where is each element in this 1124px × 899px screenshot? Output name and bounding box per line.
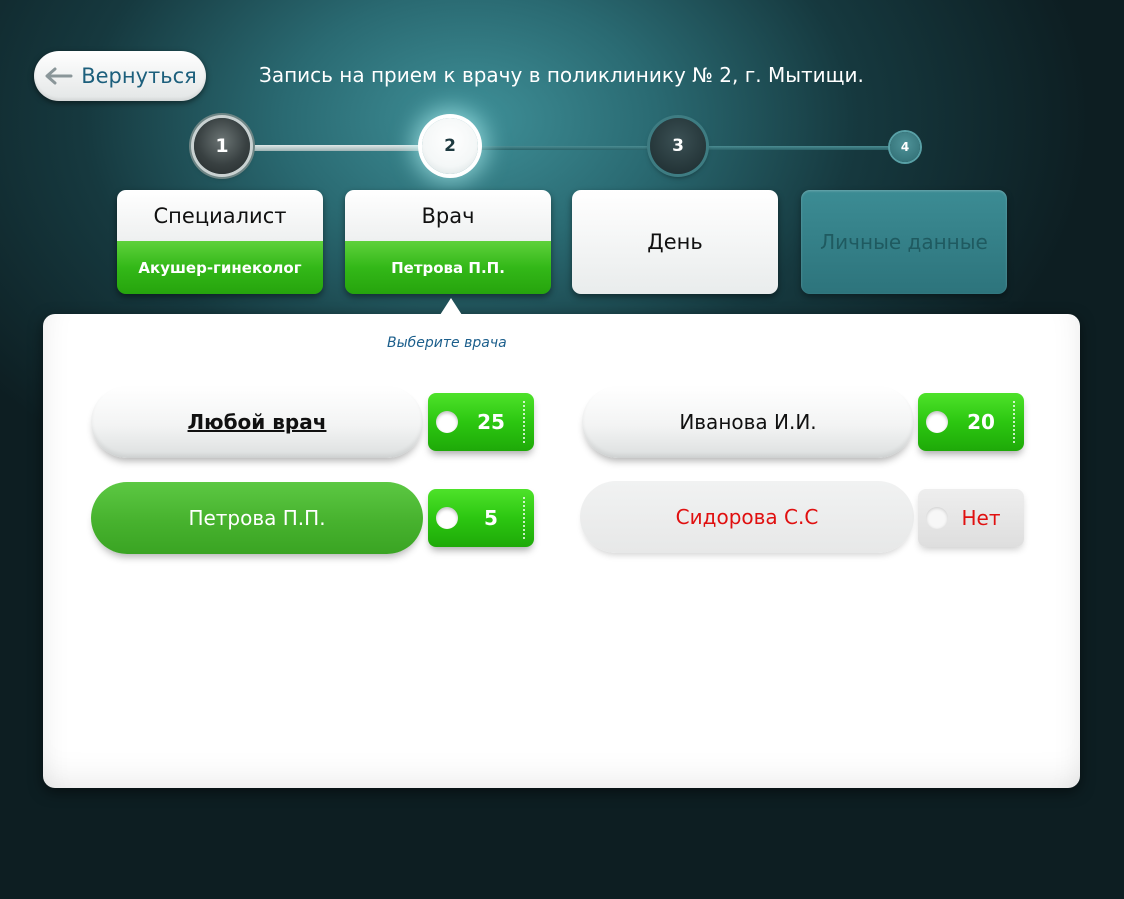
step-connector-1-2 — [245, 145, 430, 151]
step-2-indicator: 2 — [422, 118, 478, 174]
back-button[interactable]: Вернуться — [34, 51, 206, 101]
slots-count: 20 — [967, 410, 995, 434]
slots-count: 5 — [484, 506, 498, 530]
doctor-option-name: Сидорова С.С — [675, 505, 819, 529]
tab-day: День — [572, 190, 778, 294]
tab-specialist-label: Специалист — [117, 190, 323, 241]
tab-doctor-label: Врач — [345, 190, 551, 241]
doctor-option-name: Иванова И.И. — [679, 410, 817, 434]
doctor-option-ivanova[interactable]: Иванова И.И. — [582, 386, 914, 458]
step-connector-3-4 — [702, 146, 897, 150]
slots-badge: 5 — [428, 489, 534, 547]
tab-specialist[interactable]: Специалист Акушер-гинеколог — [117, 190, 323, 294]
tab-doctor[interactable]: Врач Петрова П.П. — [345, 190, 551, 294]
step-connector-2-3 — [475, 146, 655, 150]
tab-personal-data-label: Личные данные — [820, 230, 988, 254]
ticket-perforation — [523, 401, 525, 443]
slots-count: 25 — [477, 410, 505, 434]
arrow-left-icon — [45, 67, 73, 85]
ticket-hole-icon — [436, 507, 458, 529]
doctor-option-name: Любой врач — [187, 410, 327, 434]
back-button-label: Вернуться — [81, 64, 197, 88]
step-3-indicator: 3 — [650, 118, 706, 174]
slots-badge: 20 — [918, 393, 1024, 451]
step-4-indicator: 4 — [890, 132, 920, 162]
ticket-hole-icon — [926, 507, 948, 529]
panel-hint: Выберите врача — [387, 335, 507, 351]
slots-badge-unavailable: Нет — [918, 489, 1024, 547]
ticket-hole-icon — [436, 411, 458, 433]
page-title: Запись на прием к врачу в поликлинику № … — [259, 63, 864, 87]
ticket-perforation — [523, 497, 525, 539]
doctor-option-sidorova: Сидорова С.С — [580, 481, 914, 553]
panel-pointer — [440, 298, 462, 315]
tab-specialist-value: Акушер-гинеколог — [117, 241, 323, 294]
doctor-option-petrova[interactable]: Петрова П.П. — [91, 482, 423, 554]
slots-count: Нет — [961, 506, 1001, 530]
doctor-option-name: Петрова П.П. — [188, 506, 326, 530]
tab-day-label: День — [647, 230, 703, 254]
tab-doctor-value: Петрова П.П. — [345, 241, 551, 294]
tab-personal-data: Личные данные — [801, 190, 1007, 294]
step-1-indicator[interactable]: 1 — [194, 118, 250, 174]
doctor-option-any[interactable]: Любой врач — [91, 386, 423, 458]
ticket-perforation — [1013, 401, 1015, 443]
slots-badge: 25 — [428, 393, 534, 451]
ticket-hole-icon — [926, 411, 948, 433]
